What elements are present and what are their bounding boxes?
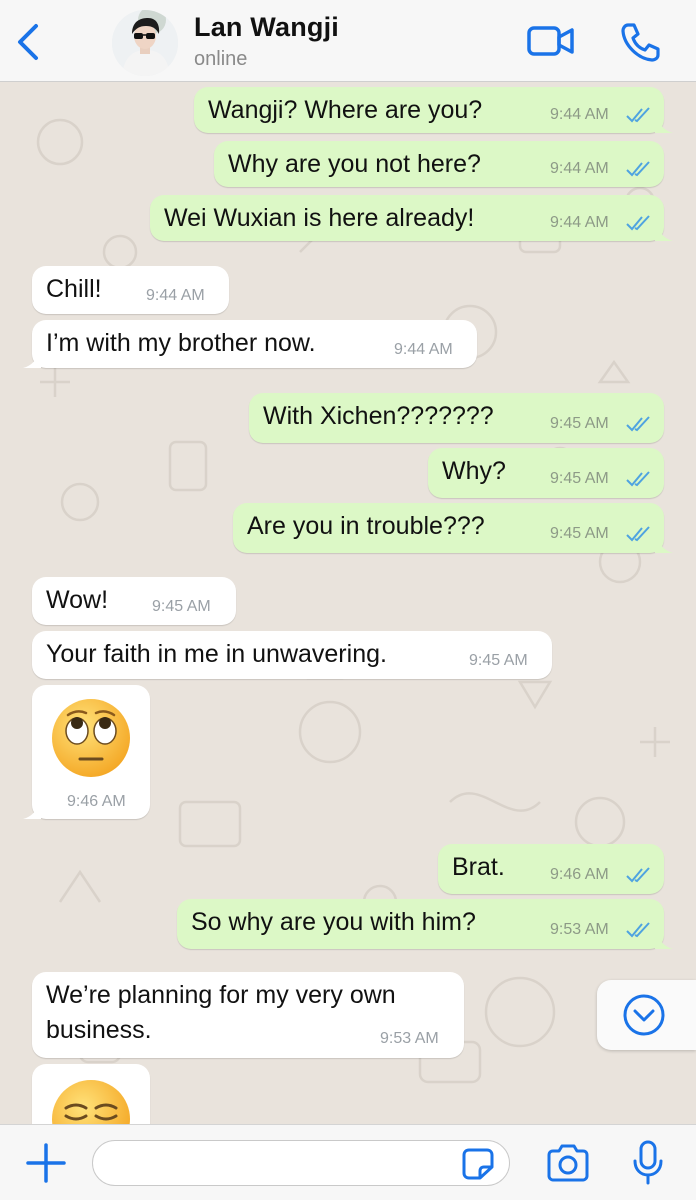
message-text: Why are you not here? xyxy=(228,150,481,178)
outgoing-message[interactable]: Wei Wuxian is here already! 9:44 AM xyxy=(150,195,673,241)
incoming-message[interactable]: We’re planning for my very own business.… xyxy=(32,972,464,1058)
message-text: Wei Wuxian is here already! xyxy=(164,204,475,232)
chevron-left-icon xyxy=(18,24,38,60)
bubble-tail xyxy=(655,223,673,241)
message-time: 9:44 AM xyxy=(394,341,453,358)
message-text: Are you in trouble??? xyxy=(247,512,485,540)
message-text: So why are you with him? xyxy=(191,908,476,936)
read-receipt-icon xyxy=(626,107,650,123)
outgoing-message[interactable]: Brat. 9:46 AM xyxy=(438,844,664,894)
message-time: 9:46 AM xyxy=(550,866,609,883)
message-text-line-1: We’re planning for my very own xyxy=(46,981,396,1009)
outgoing-message[interactable]: With Xichen??????? 9:45 AM xyxy=(249,393,664,443)
message-time: 9:44 AM xyxy=(550,160,609,177)
incoming-emoji-message[interactable]: 9:46 AM xyxy=(23,685,150,819)
face-with-rolling-eyes-emoji xyxy=(52,699,130,777)
plus-icon xyxy=(26,1143,66,1183)
message-input[interactable] xyxy=(92,1140,510,1186)
message-text: With Xichen??????? xyxy=(263,402,494,430)
attach-button[interactable] xyxy=(24,1141,68,1185)
read-receipt-icon xyxy=(626,922,650,938)
message-text: Wow! xyxy=(46,586,109,614)
outgoing-message[interactable]: So why are you with him? 9:53 AM xyxy=(177,899,673,949)
read-receipt-icon xyxy=(626,215,650,231)
camera-icon xyxy=(547,1144,589,1182)
message-text: Why? xyxy=(442,457,506,485)
scroll-to-bottom-button[interactable] xyxy=(597,980,696,1050)
sticker-icon xyxy=(462,1148,494,1180)
message-composer xyxy=(0,1124,696,1200)
incoming-message[interactable]: Your faith in me in unwavering. 9:45 AM xyxy=(32,631,552,679)
message-text: Brat. xyxy=(452,853,505,881)
message-text: I’m with my brother now. xyxy=(46,329,316,357)
phone-icon xyxy=(621,23,660,62)
message-time: 9:44 AM xyxy=(550,214,609,231)
message-time: 9:45 AM xyxy=(469,652,528,669)
voice-message-button[interactable] xyxy=(630,1139,666,1187)
contact-photo xyxy=(112,10,178,76)
chat-area[interactable]: Wangji? Where are you? 9:44 AM Why are y… xyxy=(0,82,696,1124)
message-time: 9:44 AM xyxy=(146,287,205,304)
chat-header: Lan Wangji online xyxy=(0,0,696,82)
read-receipt-icon xyxy=(626,161,650,177)
read-receipt-icon xyxy=(626,471,650,487)
incoming-message[interactable]: I’m with my brother now. 9:44 AM xyxy=(23,320,477,368)
message-time: 9:45 AM xyxy=(152,598,211,615)
bubble-tail xyxy=(655,535,673,553)
incoming-message[interactable]: Wow! 9:45 AM xyxy=(32,577,236,625)
message-text: Your faith in me in unwavering. xyxy=(46,640,387,668)
message-text: Wangji? Where are you? xyxy=(208,96,483,124)
chevron-down-circle-icon xyxy=(623,994,665,1036)
microphone-icon xyxy=(633,1140,663,1185)
message-text: Chill! xyxy=(46,275,102,303)
camera-button[interactable] xyxy=(544,1143,592,1183)
smirking-face-emoji xyxy=(52,1080,130,1124)
outgoing-message[interactable]: Are you in trouble??? 9:45 AM xyxy=(233,503,673,553)
back-button[interactable] xyxy=(12,22,44,62)
message-time: 9:45 AM xyxy=(550,415,609,432)
voice-call-button[interactable] xyxy=(618,20,662,64)
read-receipt-icon xyxy=(626,867,650,883)
bubble-tail xyxy=(23,350,41,368)
video-call-button[interactable] xyxy=(526,24,576,58)
message-time: 9:53 AM xyxy=(550,921,609,938)
incoming-emoji-message[interactable] xyxy=(32,1064,150,1124)
bubble-tail xyxy=(655,115,673,133)
video-camera-icon xyxy=(527,26,574,56)
contact-status: online xyxy=(194,48,248,70)
bubble-tail xyxy=(23,801,41,819)
message-text-line-2: business. xyxy=(46,1016,152,1044)
outgoing-message[interactable]: Why? 9:45 AM xyxy=(428,448,664,498)
message-time: 9:45 AM xyxy=(550,470,609,487)
outgoing-message[interactable]: Wangji? Where are you? 9:44 AM xyxy=(194,87,673,133)
avatar[interactable] xyxy=(112,10,178,76)
message-time: 9:45 AM xyxy=(550,525,609,542)
incoming-message[interactable]: Chill! 9:44 AM xyxy=(32,266,229,314)
sticker-button[interactable] xyxy=(460,1147,496,1181)
bubble-tail xyxy=(655,931,673,949)
read-receipt-icon xyxy=(626,416,650,432)
read-receipt-icon xyxy=(626,526,650,542)
outgoing-message[interactable]: Why are you not here? 9:44 AM xyxy=(214,141,664,187)
message-time: 9:46 AM xyxy=(67,793,126,810)
contact-name[interactable]: Lan Wangji xyxy=(194,12,339,43)
message-time: 9:44 AM xyxy=(550,106,609,123)
message-time: 9:53 AM xyxy=(380,1030,439,1047)
